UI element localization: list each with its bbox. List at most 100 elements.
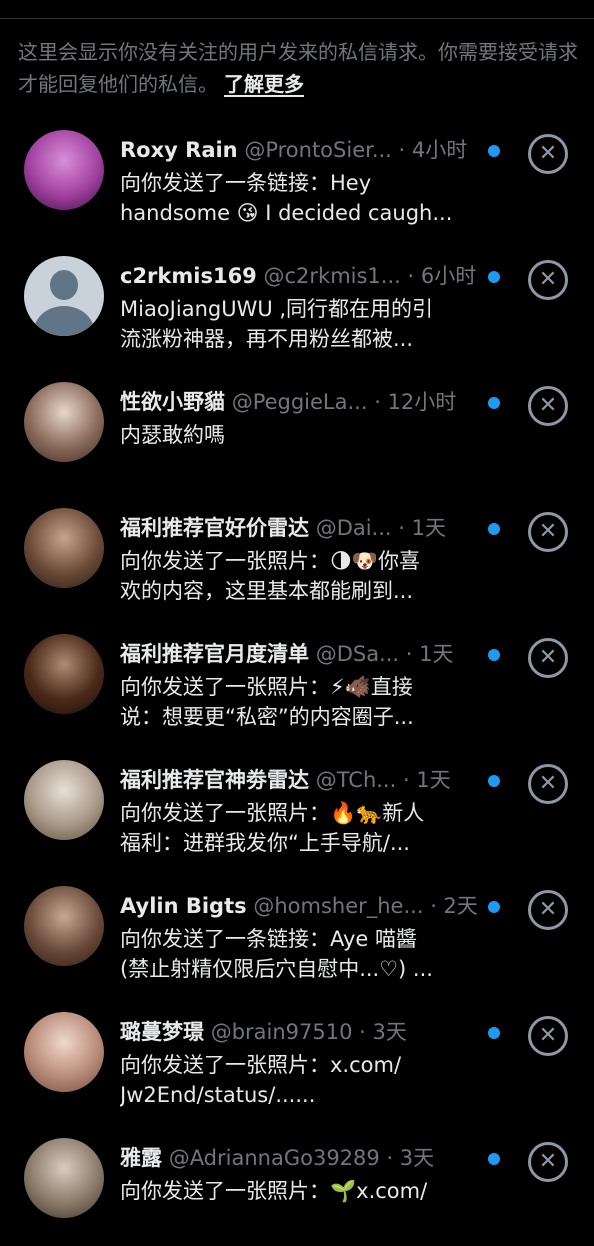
message-request-item[interactable]: Aylin Bigts @homsher_he... · 2天 ✕ 向你发送了一条链… [0, 868, 594, 994]
display-name[interactable]: 性欲小野貓 [120, 390, 225, 414]
message-preview-line: 向你发送了一张照片：x.com/ [120, 1053, 402, 1077]
message-request-item[interactable]: 雅露 @AdriannaGo39289 · 3天 ✕ 向你发送了一张照片：🌱x.co… [0, 1120, 594, 1246]
display-name[interactable]: 璐蔓梦璟 [120, 1020, 204, 1044]
display-name[interactable]: 雅露 [120, 1146, 162, 1170]
request-header: 福利推荐官神劵雷达 @TCh... · 1天 [120, 764, 490, 796]
avatar[interactable] [24, 130, 104, 210]
unread-indicator-icon [488, 145, 500, 157]
unread-indicator-icon [488, 775, 500, 787]
user-handle: @DSa... [315, 642, 400, 666]
display-name[interactable]: 福利推荐官神劵雷达 [120, 768, 309, 792]
dismiss-request-button[interactable]: ✕ [528, 1142, 568, 1182]
message-preview: 向你发送了一张照片：🔥🐆新人 福利：进群我发你“上手导航/... [120, 798, 480, 858]
message-preview-line: MiaoJiangUWU ,同行都在用的引 [120, 297, 434, 321]
request-header: 福利推荐官月度清单 @DSa... · 1天 [120, 638, 490, 670]
user-handle: @TCh... [315, 768, 397, 792]
timestamp: 12小时 [387, 390, 457, 414]
separator: · [400, 264, 421, 288]
display-name[interactable]: 福利推荐官月度清单 [120, 642, 309, 666]
close-icon: ✕ [538, 771, 558, 796]
message-preview: 向你发送了一张照片：🌗🐶你喜 欢的内容，这里基本都能刷到... [120, 546, 480, 606]
dismiss-request-button[interactable]: ✕ [528, 134, 568, 174]
user-handle: @ProntoSier... [244, 138, 392, 162]
close-icon: ✕ [538, 393, 558, 418]
timestamp: 4小时 [411, 138, 468, 162]
dismiss-request-button[interactable]: ✕ [528, 512, 568, 552]
dismiss-request-button[interactable]: ✕ [528, 386, 568, 426]
user-handle: @brain97510 [210, 1020, 353, 1044]
unread-indicator-icon [488, 523, 500, 535]
request-notice: 这里会显示你没有关注的用户发来的私信请求。你需要接受请求才能回复他们的私信。 了解… [18, 36, 578, 100]
request-header: Aylin Bigts @homsher_he... · 2天 [120, 890, 490, 922]
avatar[interactable] [24, 1012, 104, 1092]
message-request-item[interactable]: c2rkmis169 @c2rkmis1... · 6小时 ✕ MiaoJiangU… [0, 238, 594, 364]
request-header: 璐蔓梦璟 @brain97510 · 3天 [120, 1016, 490, 1048]
user-handle: @AdriannaGo39289 [168, 1146, 380, 1170]
separator: · [391, 138, 412, 162]
learn-more-link[interactable]: 了解更多 [224, 72, 304, 96]
dismiss-request-button[interactable]: ✕ [528, 764, 568, 804]
unread-indicator-icon [488, 271, 500, 283]
default-avatar-shoulders [34, 306, 94, 336]
unread-indicator-icon [488, 1153, 500, 1165]
message-request-item[interactable]: 性欲小野貓 @PeggieLa... · 12小时 ✕ 内瑟敢約嗎 [0, 364, 594, 490]
unread-indicator-icon [488, 397, 500, 409]
close-icon: ✕ [538, 645, 558, 670]
message-preview: 向你发送了一张照片：🌱x.com/ [120, 1176, 480, 1206]
user-handle: @c2rkmis1... [263, 264, 401, 288]
unread-indicator-icon [488, 901, 500, 913]
avatar[interactable] [24, 508, 104, 588]
message-preview: 内瑟敢約嗎 [120, 420, 480, 450]
display-name[interactable]: c2rkmis169 [120, 264, 257, 288]
dismiss-request-button[interactable]: ✕ [528, 260, 568, 300]
dismiss-request-button[interactable]: ✕ [528, 638, 568, 678]
avatar[interactable] [24, 1138, 104, 1218]
dismiss-request-button[interactable]: ✕ [528, 890, 568, 930]
message-request-item[interactable]: 福利推荐官好价雷达 @Dai... · 1天 ✕ 向你发送了一张照片：🌗🐶你喜 欢的内… [0, 490, 594, 616]
message-preview-line: 流涨粉神器，再不用粉丝都被... [120, 327, 414, 351]
message-preview: 向你发送了一张照片：x.com/Jw2End/status/...... [120, 1050, 480, 1110]
avatar[interactable] [24, 634, 104, 714]
message-preview-line: handsome 😘 I decided caugh... [120, 201, 453, 225]
message-preview-line: 向你发送了一张照片：🔥🐆新人 [120, 801, 425, 825]
message-request-item[interactable]: 璐蔓梦璟 @brain97510 · 3天 ✕ 向你发送了一张照片：x.com/Jw… [0, 994, 594, 1120]
message-preview-line: (禁止射精仅限后穴自慰中...♡) ... [120, 957, 433, 981]
separator: · [379, 1146, 400, 1170]
separator: · [423, 894, 444, 918]
message-request-item[interactable]: 福利推荐官神劵雷达 @TCh... · 1天 ✕ 向你发送了一张照片：🔥🐆新人 福利：… [0, 742, 594, 868]
avatar[interactable] [24, 382, 104, 462]
close-icon: ✕ [538, 519, 558, 544]
message-preview-line: 向你发送了一张照片：⚡🐗直接 [120, 675, 413, 699]
user-handle: @Dai... [315, 516, 392, 540]
message-request-item[interactable]: 福利推荐官月度清单 @DSa... · 1天 ✕ 向你发送了一张照片：⚡🐗直接 说：想… [0, 616, 594, 742]
avatar[interactable] [24, 256, 104, 336]
request-header: Roxy Rain @ProntoSier... · 4小时 [120, 134, 490, 166]
separator: · [391, 516, 412, 540]
top-divider [0, 18, 594, 19]
timestamp: 1天 [411, 516, 446, 540]
timestamp: 1天 [419, 642, 454, 666]
message-preview-line: 向你发送了一条链接：Aye 喵醬 [120, 927, 417, 951]
separator: · [352, 1020, 373, 1044]
close-icon: ✕ [538, 267, 558, 292]
display-name[interactable]: Aylin Bigts [120, 894, 247, 918]
avatar[interactable] [24, 886, 104, 966]
unread-indicator-icon [488, 649, 500, 661]
unread-indicator-icon [488, 1027, 500, 1039]
display-name[interactable]: Roxy Rain [120, 138, 238, 162]
message-request-item[interactable]: Roxy Rain @ProntoSier... · 4小时 ✕ 向你发送了一条链接… [0, 112, 594, 238]
message-preview-line: 内瑟敢約嗎 [120, 423, 225, 447]
request-header: 雅露 @AdriannaGo39289 · 3天 [120, 1142, 490, 1174]
message-preview: 向你发送了一条链接：Hey handsome 😘 I decided caugh.… [120, 168, 480, 228]
dismiss-request-button[interactable]: ✕ [528, 1016, 568, 1056]
timestamp: 1天 [416, 768, 451, 792]
message-preview-line: 说：想要更“私密”的内容圈子... [120, 705, 414, 729]
timestamp: 2天 [443, 894, 478, 918]
separator: · [399, 642, 420, 666]
avatar[interactable] [24, 760, 104, 840]
message-preview: MiaoJiangUWU ,同行都在用的引 流涨粉神器，再不用粉丝都被... [120, 294, 480, 354]
message-preview-line: 向你发送了一条链接：Hey [120, 171, 372, 195]
close-icon: ✕ [538, 1149, 558, 1174]
display-name[interactable]: 福利推荐官好价雷达 [120, 516, 309, 540]
message-preview: 向你发送了一条链接：Aye 喵醬 (禁止射精仅限后穴自慰中...♡) ... [120, 924, 480, 984]
